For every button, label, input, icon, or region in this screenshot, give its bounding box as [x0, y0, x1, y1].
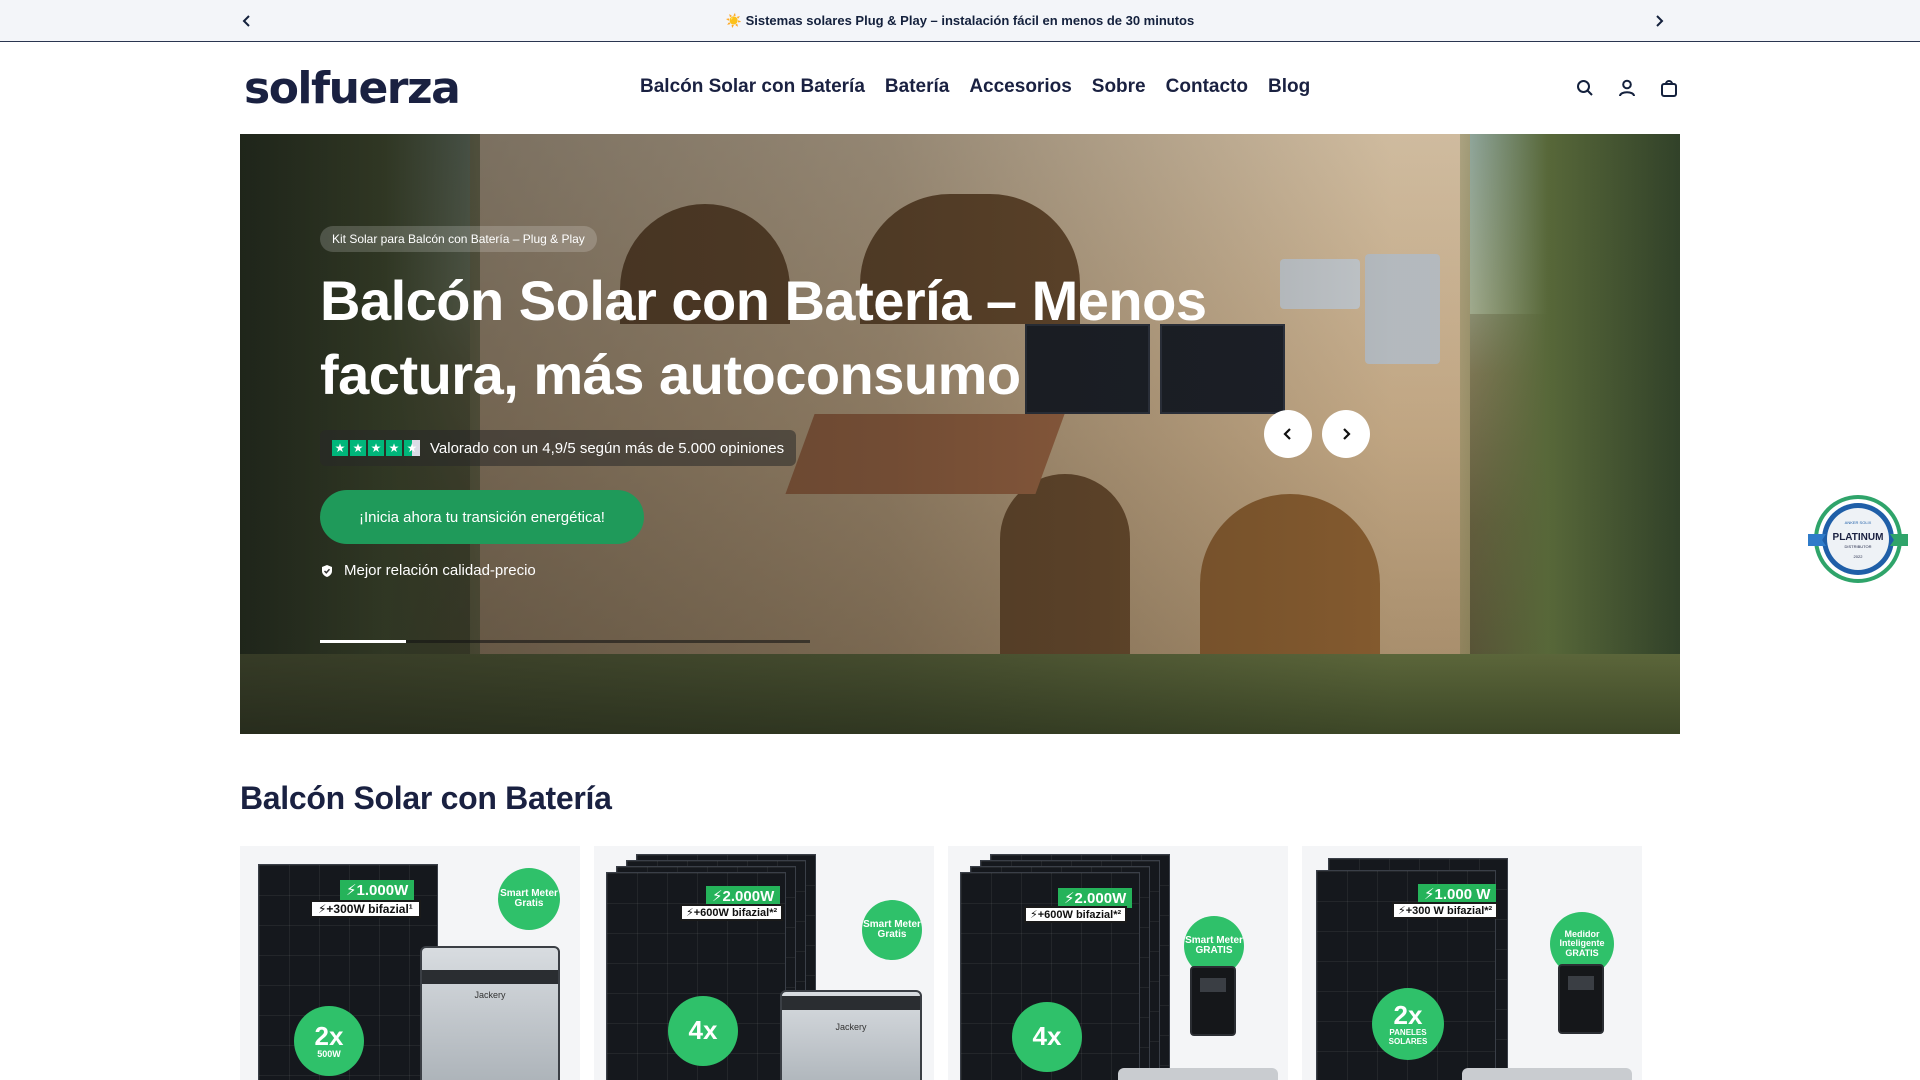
battery-brand: Jackery [835, 1022, 867, 1032]
announcement-prev-button[interactable] [236, 10, 258, 32]
product-card[interactable]: ⚡1.000 W ⚡+300 W bifazial*² Medidor Inte… [1302, 846, 1642, 1080]
nav-item-balcon-solar[interactable]: Balcón Solar con Batería [640, 76, 865, 98]
cable-image [1118, 1068, 1278, 1080]
smart-meter-badge: Smart Meter Gratis [498, 868, 560, 930]
chevron-left-icon [1283, 428, 1291, 440]
seal-top-text: ANKER SOLIX [1845, 520, 1872, 525]
bifacial-tag: ⚡+600W bifazial*² [1024, 906, 1128, 923]
hero-badge: Kit Solar para Balcón con Batería – Plug… [320, 226, 597, 252]
account-icon [1619, 79, 1635, 97]
panel-count-sub: 500W [317, 1048, 341, 1059]
panel-count: 2x [1393, 999, 1423, 1030]
nav-item-blog[interactable]: Blog [1268, 76, 1310, 98]
nav-item-bateria[interactable]: Batería [885, 76, 949, 98]
smart-meter-image [1190, 966, 1236, 1036]
panel-count: 4x [688, 1015, 718, 1046]
star-icon: ★ [350, 440, 366, 456]
panel-count-badge: 4x [668, 996, 738, 1066]
hero-feature-text: Mejor relación calidad-precio [344, 562, 536, 579]
star-icon: ★ [368, 440, 384, 456]
platinum-distributor-seal-icon[interactable]: ANKER SOLIX PLATINUM DISTRIBUTOR 2022 [1806, 494, 1910, 584]
star-icon: ★ [386, 440, 402, 456]
cart-icon [1661, 80, 1677, 97]
site-header: solfuerza Balcón Solar con Batería Bater… [0, 43, 1920, 133]
shield-check-icon [322, 564, 332, 577]
product-card[interactable]: ⚡1.000W ⚡+300W bifazial¹ Smart Meter Gra… [240, 846, 580, 1080]
seal-label: PLATINUM [1833, 532, 1884, 543]
smart-meter-badge: Smart Meter Gratis [862, 900, 922, 960]
section-title: Balcón Solar con Batería [240, 780, 612, 816]
hero-next-button[interactable] [1322, 410, 1370, 458]
search-button[interactable] [1574, 77, 1596, 99]
chevron-right-icon [1343, 428, 1351, 440]
nav-item-contacto[interactable]: Contacto [1166, 76, 1248, 98]
rating-stars: ★ ★ ★ ★ ★ [332, 440, 420, 456]
battery-band [422, 970, 558, 984]
power-tag: ⚡2.000W [706, 886, 781, 906]
hero-feature: Mejor relación calidad-precio [320, 562, 536, 579]
hero-title: Balcón Solar con Batería – Menos factura… [320, 269, 1207, 406]
panel-count-sub: PANELES SOLARES [1388, 1028, 1428, 1046]
chevron-left-icon [242, 15, 250, 27]
panel-count-badge: 2x PANELES SOLARES [1372, 988, 1444, 1060]
product-grid: ⚡1.000W ⚡+300W bifazial¹ Smart Meter Gra… [240, 846, 1680, 1080]
cart-button[interactable] [1658, 77, 1680, 99]
hero-prev-button[interactable] [1264, 410, 1312, 458]
nav-item-sobre[interactable]: Sobre [1092, 76, 1146, 98]
cable-image [1462, 1068, 1632, 1080]
panel-count: 2x [314, 1020, 344, 1051]
slide-progress-fill [320, 640, 406, 643]
announcement-text: ☀️ Sistemas solares Plug & Play – instal… [725, 12, 1195, 28]
account-button[interactable] [1616, 77, 1638, 99]
battery-image: Jackery [420, 946, 560, 1080]
announcement-next-button[interactable] [1648, 10, 1670, 32]
header-actions [1574, 77, 1680, 99]
bifacial-tag: ⚡+300W bifazial¹ [310, 900, 421, 918]
rating-text: Valorado con un 4,9/5 según más de 5.000… [430, 439, 785, 457]
battery-image: Jackery [780, 990, 922, 1080]
site-logo[interactable]: solfuerza [244, 63, 461, 114]
panel-count-badge: 4x [1012, 1002, 1082, 1072]
hero-rating: ★ ★ ★ ★ ★ Valorado con un 4,9/5 según más de… [320, 430, 797, 466]
hero-cta-button[interactable]: ¡Inicia ahora tu transición energética! [320, 490, 644, 544]
star-icon: ★ [404, 440, 420, 456]
slide-progress-bar [320, 640, 810, 643]
power-tag: ⚡1.000 W [1418, 884, 1497, 904]
seal-year: 2022 [1854, 554, 1864, 559]
battery-band [782, 996, 920, 1010]
power-tag: ⚡1.000W [340, 880, 415, 900]
bifacial-tag: ⚡+300 W bifazial*² [1392, 902, 1499, 919]
product-card[interactable]: ⚡2.000W ⚡+600W bifazial*² Smart Meter Gr… [594, 846, 934, 1080]
bifacial-tag: ⚡+600W bifazial*² [680, 904, 784, 921]
main-nav: Balcón Solar con Batería Batería Accesor… [640, 76, 1310, 98]
nav-item-accesorios[interactable]: Accesorios [969, 76, 1071, 98]
product-card[interactable]: ⚡2.000W ⚡+600W bifazial*² Smart Meter GR… [948, 846, 1288, 1080]
announcement-bar: ☀️ Sistemas solares Plug & Play – instal… [0, 0, 1920, 42]
seal-bottom-text: DISTRIBUTOR [1844, 544, 1871, 549]
search-icon [1577, 80, 1593, 96]
chevron-right-icon [1656, 15, 1664, 27]
panel-count-badge: 2x 500W [294, 1006, 364, 1076]
star-icon: ★ [332, 440, 348, 456]
hero-slider: Kit Solar para Balcón con Batería – Plug… [240, 134, 1680, 734]
panel-count: 4x [1032, 1021, 1062, 1052]
battery-brand: Jackery [474, 990, 506, 1000]
power-tag: ⚡2.000W [1058, 888, 1133, 908]
smart-meter-image [1558, 964, 1604, 1034]
